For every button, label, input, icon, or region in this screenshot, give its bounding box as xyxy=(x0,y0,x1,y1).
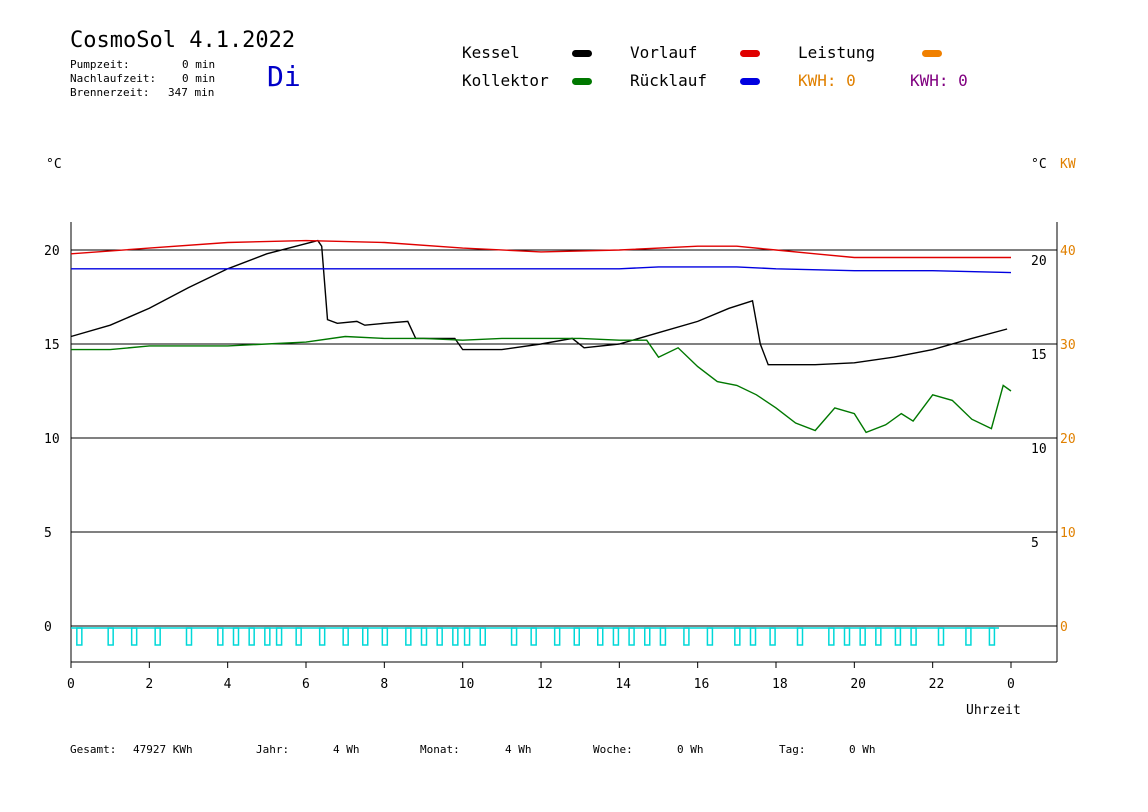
y-tick-left: 0 xyxy=(44,620,52,635)
footer-tag-label: Tag: xyxy=(779,743,806,756)
x-tick-label: 22 xyxy=(929,677,945,692)
footer-woche-label: Woche: xyxy=(593,743,633,756)
x-tick-label: 20 xyxy=(850,677,866,692)
y-tick-right-c: 10 xyxy=(1031,442,1047,457)
pump-pulse xyxy=(107,627,114,646)
pump-pulse xyxy=(937,627,945,646)
pump-pulse xyxy=(295,627,302,646)
pump-pulse xyxy=(318,627,326,646)
x-tick-label: 2 xyxy=(145,677,153,692)
pump-pulse xyxy=(965,627,972,646)
x-tick-label: 0 xyxy=(67,677,75,692)
pump-pulse xyxy=(452,627,459,646)
footer-jahr-value: 4 Wh xyxy=(333,743,360,756)
pump-pulse xyxy=(232,627,240,646)
y-tick-right-kw: 10 xyxy=(1060,526,1076,541)
pump-pulse xyxy=(828,627,835,646)
pump-pulse xyxy=(275,627,283,646)
x-tick-label: 6 xyxy=(302,677,310,692)
pump-pulse xyxy=(628,627,635,646)
footer-woche-value: 0 Wh xyxy=(677,743,704,756)
x-tick-label: 0 xyxy=(1007,677,1015,692)
pump-pulse xyxy=(988,627,996,646)
pump-pulse xyxy=(859,627,866,646)
y-tick-right-c: 20 xyxy=(1031,254,1047,269)
y-tick-right-kw: 40 xyxy=(1060,244,1076,259)
y-tick-left: 20 xyxy=(44,244,60,259)
pump-pulse xyxy=(769,627,776,646)
y-tick-right-kw: 0 xyxy=(1060,620,1068,635)
footer-jahr-label: Jahr: xyxy=(256,743,290,756)
pump-pulse xyxy=(76,627,83,646)
pump-pulse xyxy=(420,627,428,646)
pump-pulse xyxy=(185,627,193,646)
pump-pulse xyxy=(749,627,757,646)
y-tick-right-c: 5 xyxy=(1031,536,1039,551)
pump-pulse xyxy=(405,627,412,646)
pump-pulse xyxy=(264,627,271,646)
x-tick-label: 12 xyxy=(537,677,553,692)
pump-pulse xyxy=(154,627,161,646)
x-tick-label: 16 xyxy=(694,677,710,692)
x-tick-label: 8 xyxy=(380,677,388,692)
y-tick-left: 15 xyxy=(44,338,60,353)
y-axis-label-kw: KW xyxy=(1060,157,1076,172)
y-tick-left: 5 xyxy=(44,526,52,541)
x-tick-label: 18 xyxy=(772,677,788,692)
footer-gesamt-value: 47927 KWh xyxy=(133,743,193,756)
x-tick-label: 14 xyxy=(615,677,631,692)
x-axis-label: Uhrzeit xyxy=(966,703,1021,718)
footer-gesamt-label: Gesamt: xyxy=(70,743,117,756)
series-vorlauf-line xyxy=(70,239,1011,259)
pump-pulse xyxy=(553,627,561,646)
pump-pulse xyxy=(706,627,714,646)
pump-pulse xyxy=(910,627,917,646)
series-kollektor-line xyxy=(71,335,1012,434)
pump-pulse xyxy=(734,627,741,646)
pump-pulse xyxy=(612,627,620,646)
y-tick-right-kw: 30 xyxy=(1060,338,1076,353)
pump-pulse xyxy=(597,627,604,646)
pump-pulse xyxy=(510,627,518,646)
temperature-chart: °C °C KW 0 5 10 15 20 5 10 15 20 0 10 20 30 40 0 2 4 6 8 10 12 1… xyxy=(44,157,1076,718)
pump-pulse xyxy=(463,627,471,646)
footer-monat-label: Monat: xyxy=(420,743,460,756)
y-tick-right-kw: 20 xyxy=(1060,432,1076,447)
x-tick-label: 4 xyxy=(224,677,232,692)
pump-pulse xyxy=(130,627,138,646)
series-ruecklauf-line xyxy=(71,266,1012,274)
pump-pulse xyxy=(875,627,882,646)
footer-monat-value: 4 Wh xyxy=(505,743,532,756)
pump-pulse xyxy=(217,627,224,646)
pump-pulse xyxy=(796,627,804,646)
pump-pulse xyxy=(342,627,349,646)
y-tick-left: 10 xyxy=(44,432,60,447)
pump-pulse xyxy=(683,627,690,646)
pump-pulse xyxy=(573,627,580,646)
pump-pulse xyxy=(659,627,667,646)
pump-pulse xyxy=(479,627,486,646)
y-axis-label-left: °C xyxy=(46,157,62,172)
pump-pulse xyxy=(843,627,851,646)
pump-pulse xyxy=(894,627,902,646)
y-axis-label-right: °C xyxy=(1031,157,1047,172)
pump-pulse xyxy=(436,627,443,646)
x-tick-label: 10 xyxy=(459,677,475,692)
pump-pulse xyxy=(381,627,389,646)
y-tick-right-c: 15 xyxy=(1031,348,1047,363)
pump-pulse xyxy=(248,627,255,646)
pump-pulse xyxy=(530,627,537,646)
pump-pulse xyxy=(644,627,651,646)
footer-tag-value: 0 Wh xyxy=(849,743,876,756)
pump-pulse xyxy=(362,627,369,646)
